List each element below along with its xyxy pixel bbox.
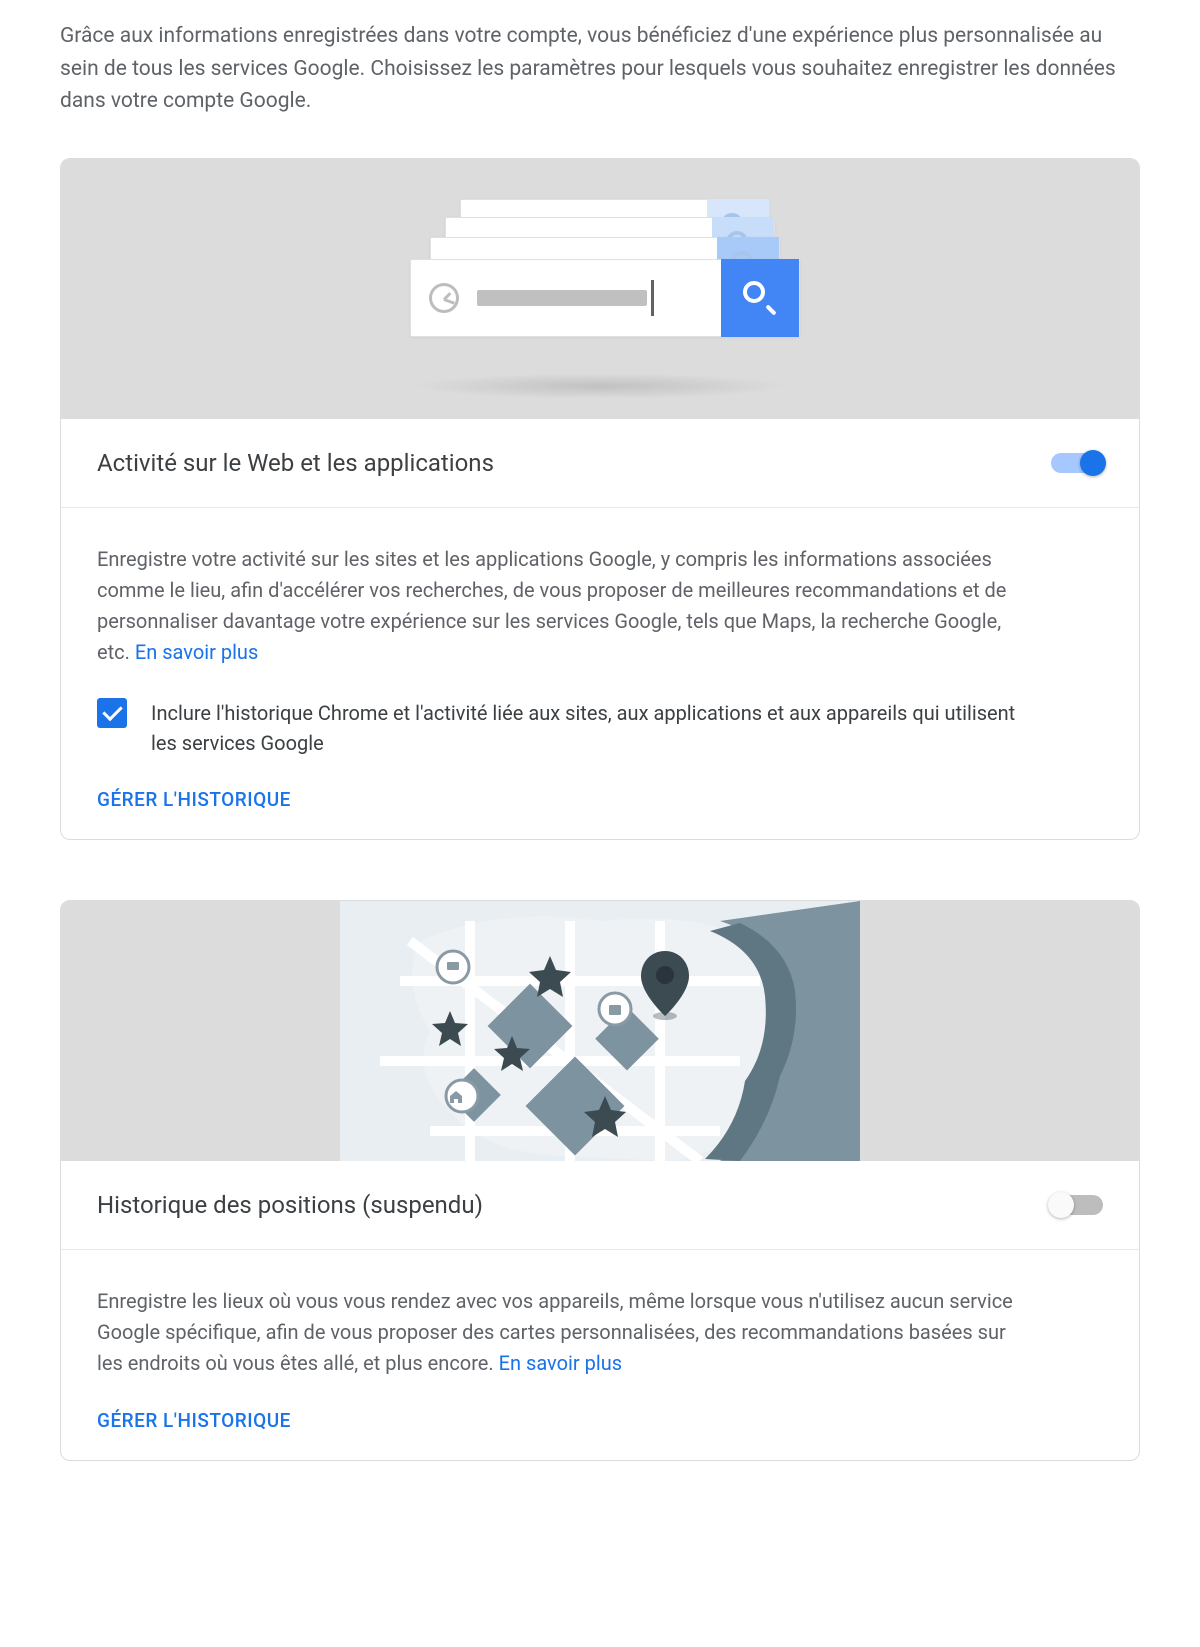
intro-text: Grâce aux informations enregistrées dans… [60,20,1140,118]
web-activity-learn-more-link[interactable]: En savoir plus [135,640,258,664]
web-activity-illustration [61,159,1139,419]
web-activity-card: Activité sur le Web et les applications … [60,158,1140,840]
location-history-manage-button[interactable]: GÉRER L'HISTORIQUE [97,1409,291,1432]
web-activity-description: Enregistre votre activité sur les sites … [97,544,1017,668]
include-chrome-label: Inclure l'historique Chrome et l'activit… [151,698,1031,758]
search-icon [721,259,799,337]
clock-icon [429,283,459,313]
web-activity-toggle[interactable] [1051,453,1103,473]
location-history-title: Historique des positions (suspendu) [97,1191,483,1219]
location-history-description: Enregistre les lieux où vous vous rendez… [97,1286,1017,1379]
web-activity-title: Activité sur le Web et les applications [97,449,494,477]
location-history-toggle[interactable] [1051,1195,1103,1215]
location-history-card: Historique des positions (suspendu) Enre… [60,900,1140,1461]
web-activity-manage-button[interactable]: GÉRER L'HISTORIQUE [97,788,291,811]
location-history-learn-more-link[interactable]: En savoir plus [499,1351,622,1375]
location-history-illustration [61,901,1139,1161]
include-chrome-checkbox[interactable] [97,698,127,728]
